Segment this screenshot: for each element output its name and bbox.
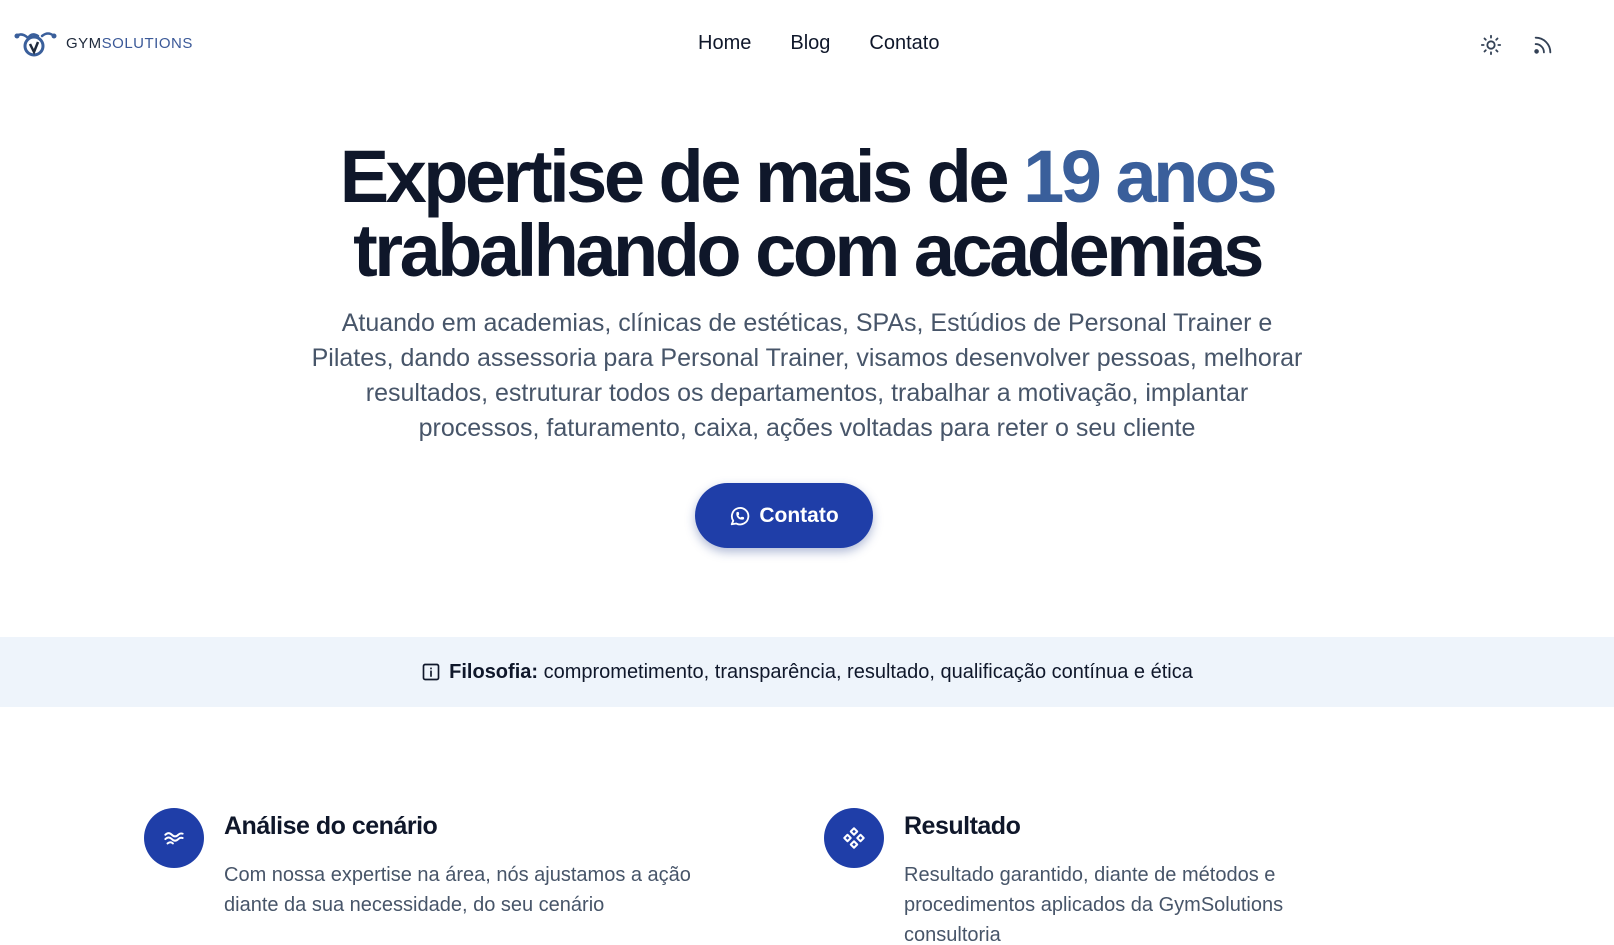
rss-icon[interactable] bbox=[1530, 32, 1556, 58]
whatsapp-icon bbox=[731, 506, 750, 525]
header-actions bbox=[1478, 32, 1556, 58]
sun-icon[interactable] bbox=[1478, 32, 1504, 58]
philosophy-banner: Filosofia: comprometimento, transparênci… bbox=[0, 637, 1614, 707]
contato-button[interactable]: Contato bbox=[695, 483, 873, 548]
feature-text: Com nossa expertise na área, nós ajustam… bbox=[224, 864, 691, 916]
feature-text: Resultado garantido, diante de métodos e… bbox=[904, 864, 1284, 945]
hero-title-prefix: Expertise de mais de bbox=[339, 135, 1024, 218]
hero-subtitle: Atuando em academias, clínicas de estéti… bbox=[311, 309, 1303, 442]
feature-title: Resultado bbox=[904, 812, 1021, 840]
contato-button-label: Contato bbox=[759, 503, 839, 527]
site-header: GYMSOLUTIONS Home Blog Contato bbox=[0, 0, 1614, 90]
philosophy-label: Filosofia: bbox=[449, 660, 539, 683]
nav-contato-link[interactable]: Contato bbox=[869, 32, 939, 55]
feature-icon-circle bbox=[824, 808, 884, 868]
nav-home-link[interactable]: Home bbox=[698, 32, 751, 55]
logo[interactable]: GYMSOLUTIONS bbox=[12, 28, 193, 58]
logo-icon bbox=[14, 32, 57, 57]
waves-icon bbox=[164, 832, 184, 845]
feature-icon-circle bbox=[144, 808, 204, 868]
nav-blog-link[interactable]: Blog bbox=[790, 32, 830, 55]
feature-title: Análise do cenário bbox=[224, 812, 438, 840]
hero-title-accent: 19 anos bbox=[1023, 135, 1278, 218]
info-icon bbox=[422, 663, 440, 681]
philosophy-text: Filosofia: comprometimento, transparênci… bbox=[449, 660, 1193, 683]
logo-text: GYMSOLUTIONS bbox=[66, 34, 193, 52]
hero-title: Expertise de mais de 19 anos trabalhando… bbox=[0, 140, 1614, 288]
hero-title-line2: trabalhando com academias bbox=[353, 209, 1264, 292]
components-icon bbox=[843, 827, 865, 849]
main-nav: Home Blog Contato bbox=[698, 32, 939, 55]
